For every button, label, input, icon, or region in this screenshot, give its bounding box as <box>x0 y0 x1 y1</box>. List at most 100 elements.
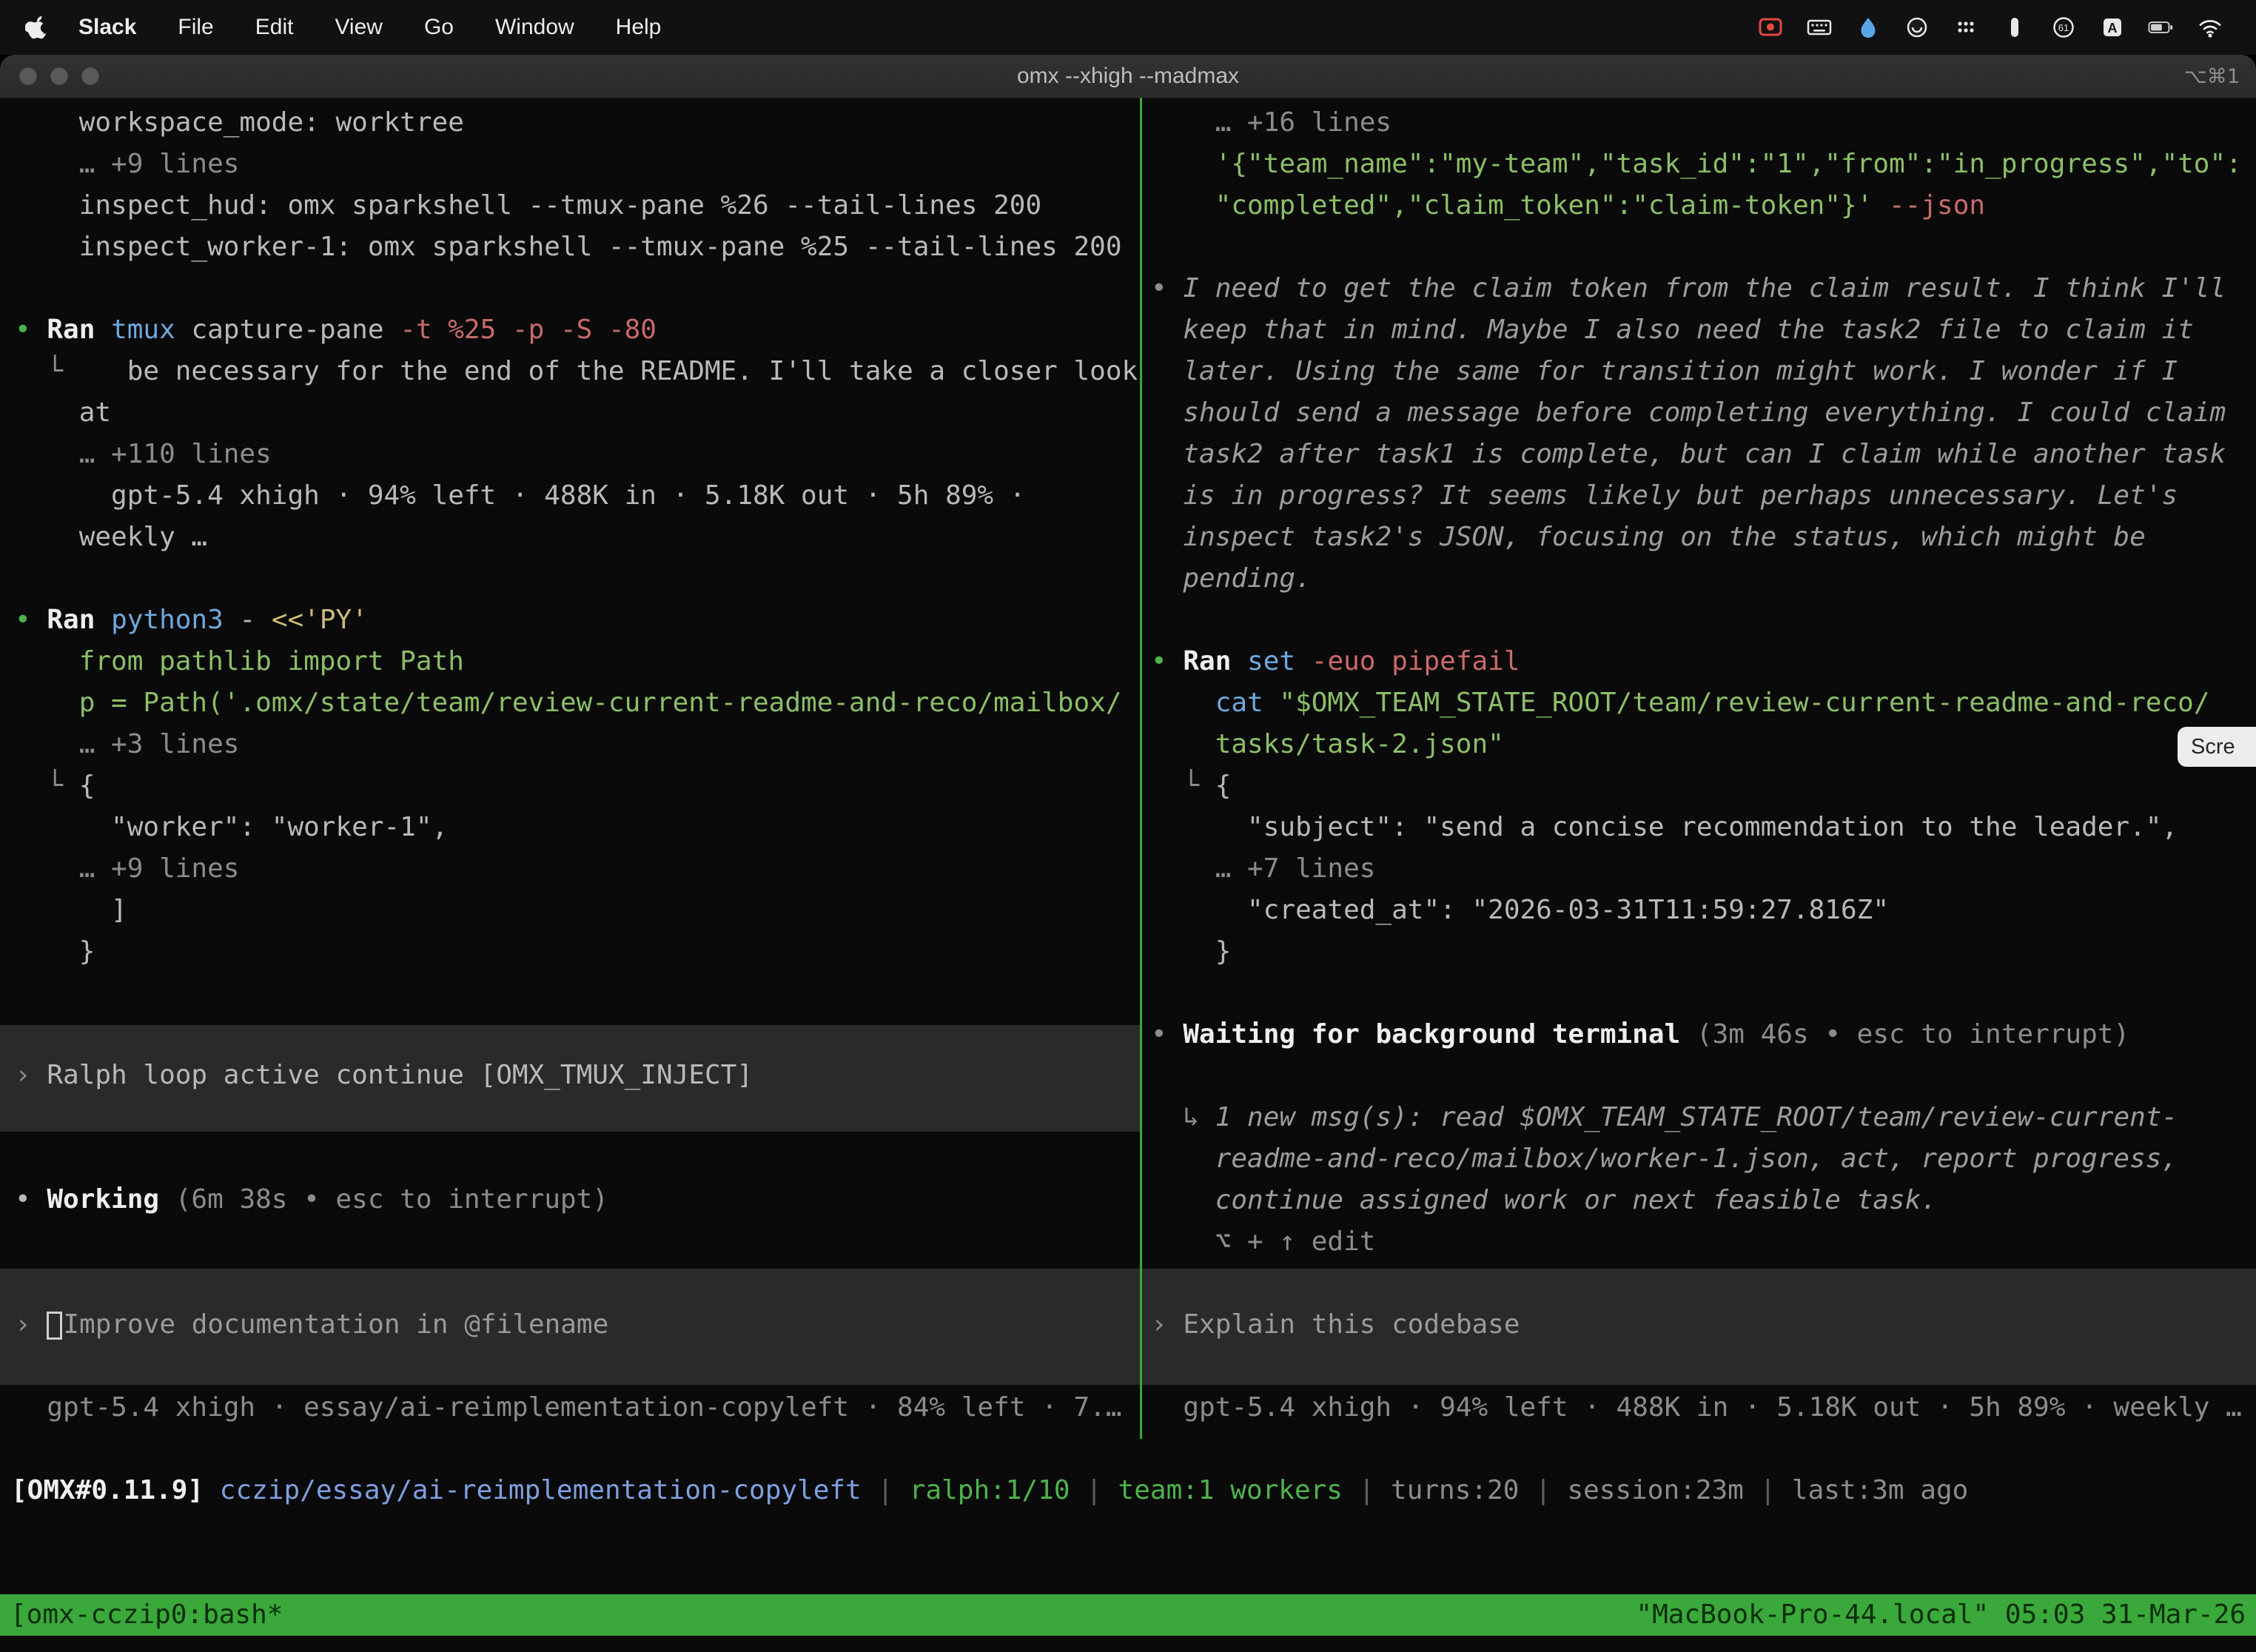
tmux-host-clock: "MacBook-Pro-44.local" 05:03 31-Mar-26 <box>1636 1594 2246 1636</box>
scrollback: workspace_mode: worktree … +9 lines insp… <box>0 102 1140 973</box>
text-segment: Ran <box>47 315 111 345</box>
menu-item[interactable]: Go <box>403 15 474 40</box>
badge-count: 61 <box>2058 22 2069 33</box>
composer-hint[interactable]: › Explain this codebase <box>1142 1269 2256 1385</box>
right-terminal-pane[interactable]: … +16 lines '{"team_name":"my-team","tas… <box>1142 98 2256 1439</box>
terminal-line: workspace_mode: worktree <box>0 102 1140 144</box>
text-segment: [OMX#0.11.9] <box>11 1475 204 1505</box>
terminal-line: pending. <box>1142 558 2256 600</box>
text-segment: team:1 workers <box>1118 1475 1343 1505</box>
battery-icon[interactable] <box>2146 13 2176 42</box>
grid-dots-icon[interactable] <box>1951 13 1981 42</box>
text-segment: Explain this codebase <box>1183 1309 1520 1340</box>
text-segment: Waiting for background terminal <box>1183 1019 1696 1050</box>
text-segment: gpt-5.4 xhigh · 94% left · 488K in · 5.1… <box>1151 1392 2242 1423</box>
badge-61-icon[interactable]: 61 <box>2049 13 2078 42</box>
terminal-line <box>1142 973 2256 1014</box>
text-segment <box>204 1475 220 1505</box>
text-segment: › <box>15 1309 47 1340</box>
text-segment: ralph:1/10 <box>910 1475 1070 1505</box>
terminal-line: › Improve documentation in @filename <box>0 1304 1140 1346</box>
terminal-line: weekly … <box>0 517 1140 558</box>
menu-item[interactable]: Slack <box>64 15 157 40</box>
terminal-line: • Working (6m 38s • esc to interrupt) <box>0 1179 1140 1220</box>
ralph-loop-notice: › Ralph loop active continue [OMX_TMUX_I… <box>0 1025 1140 1132</box>
text-segment: • <box>1151 646 1183 676</box>
terminal-line: … +9 lines <box>0 144 1140 185</box>
terminal-line <box>1142 600 2256 641</box>
terminal-line: … +3 lines <box>0 724 1140 765</box>
minimize-button[interactable] <box>50 67 68 85</box>
terminal-line: • Ran python3 - <<'PY' <box>0 600 1140 641</box>
text-segment: › <box>1151 1309 1183 1340</box>
text-segment: workspace_mode: worktree <box>15 107 464 138</box>
text-segment: └ <box>15 770 79 801</box>
text-segment: -euo pipefail <box>1295 646 1520 676</box>
composer-input[interactable]: › Improve documentation in @filename <box>0 1269 1140 1385</box>
text-segment: last:3m ago <box>1792 1475 1968 1505</box>
drop-icon[interactable] <box>1853 13 1883 42</box>
terminal-line: … +7 lines <box>1142 848 2256 890</box>
terminal-line: › Explain this codebase <box>1142 1304 2256 1346</box>
text-segment: at <box>15 397 111 428</box>
text-segment: | <box>1343 1475 1391 1505</box>
text-segment: … +9 lines <box>15 853 239 884</box>
terminal-line: "subject": "send a concise recommendatio… <box>1142 807 2256 848</box>
text-segment: task2 after task1 is complete, but can I… <box>1151 439 2226 469</box>
screen-share-popup[interactable]: Scre <box>2178 727 2256 767</box>
apple-menu-icon[interactable] <box>25 13 50 42</box>
keyboard-icon[interactable] <box>1805 13 1834 42</box>
text-segment: "worker": "worker-1", <box>15 812 448 842</box>
session-footer: gpt-5.4 xhigh · 94% left · 488K in · 5.1… <box>1142 1387 2256 1428</box>
terminal-line: at <box>0 392 1140 434</box>
terminal-line: • I need to get the claim token from the… <box>1142 268 2256 309</box>
text-segment: … +110 lines <box>15 439 272 469</box>
terminal-line: keep that in mind. Maybe I also need the… <box>1142 309 2256 351</box>
swirl-app-icon[interactable] <box>1902 13 1932 42</box>
screen-recording-icon[interactable] <box>1756 13 1785 42</box>
terminal-line <box>1142 1055 2256 1097</box>
app-menus: SlackFileEditViewGoWindowHelp <box>64 15 682 40</box>
terminal-line: cat "$OMX_TEAM_STATE_ROOT/team/review-cu… <box>1142 682 2256 724</box>
terminal-line: } <box>0 931 1140 973</box>
terminal-line: "completed","claim_token":"claim-token"}… <box>1142 185 2256 226</box>
pill-icon[interactable] <box>2000 13 2030 42</box>
terminal-line: • Ran tmux capture-pane -t %25 -p -S -80 <box>0 309 1140 351</box>
text-segment: later. Using the same for transition mig… <box>1151 356 2178 386</box>
close-button[interactable] <box>19 67 37 85</box>
menu-item[interactable]: File <box>157 15 234 40</box>
text-segment: Ran <box>47 605 111 635</box>
tmux-panes: workspace_mode: worktree … +9 lines insp… <box>0 98 2256 1439</box>
tmux-session-name[interactable]: [omx-cczip0:bash* <box>10 1594 283 1636</box>
text-segment: … +16 lines <box>1151 107 1391 138</box>
text-segment: | <box>862 1475 910 1505</box>
menu-item[interactable]: Window <box>474 15 595 40</box>
terminal-line: gpt-5.4 xhigh · essay/ai-reimplementatio… <box>0 1387 1140 1428</box>
text-segment: • <box>15 605 47 635</box>
working-status: • Working (6m 38s • esc to interrupt) <box>0 1179 1140 1220</box>
input-source-letter: A <box>2108 21 2118 36</box>
text-segment: --json <box>1873 190 1985 221</box>
text-segment: "$OMX_TEAM_STATE_ROOT/team/review-curren… <box>1279 688 2209 718</box>
text-segment: continue assigned work or next feasible … <box>1151 1185 1937 1215</box>
text-segment: from pathlib import Path <box>15 646 464 676</box>
zoom-button[interactable] <box>81 67 99 85</box>
terminal-line: … +16 lines <box>1142 102 2256 144</box>
text-segment: "created_at": "2026-03-31T11:59:27.816Z" <box>1151 895 1889 925</box>
text-segment: "subject": "send a concise recommendatio… <box>1151 812 2178 842</box>
window-title-bar[interactable]: omx --xhigh --madmax ⌥⌘1 <box>0 55 2256 98</box>
text-segment: be necessary for the end of the README. … <box>127 356 1138 386</box>
menu-item[interactable]: Help <box>595 15 682 40</box>
text-segment: Working <box>47 1184 175 1215</box>
menu-item[interactable]: View <box>314 15 403 40</box>
text-segment: (3m 46s • esc to interrupt) <box>1696 1019 2129 1050</box>
input-source-icon[interactable]: A <box>2098 13 2127 42</box>
wifi-icon[interactable] <box>2195 13 2225 42</box>
terminal-line: ↳ 1 new msg(s): read $OMX_TEAM_STATE_ROO… <box>1142 1097 2256 1138</box>
text-segment: (6m 38s • esc to interrupt) <box>175 1184 608 1215</box>
text-segment: set <box>1247 646 1295 676</box>
terminal-line: tasks/task-2.json" <box>1142 724 2256 765</box>
left-terminal-pane[interactable]: workspace_mode: worktree … +9 lines insp… <box>0 98 1140 1439</box>
text-segment: • <box>1151 273 1183 303</box>
menu-item[interactable]: Edit <box>235 15 315 40</box>
